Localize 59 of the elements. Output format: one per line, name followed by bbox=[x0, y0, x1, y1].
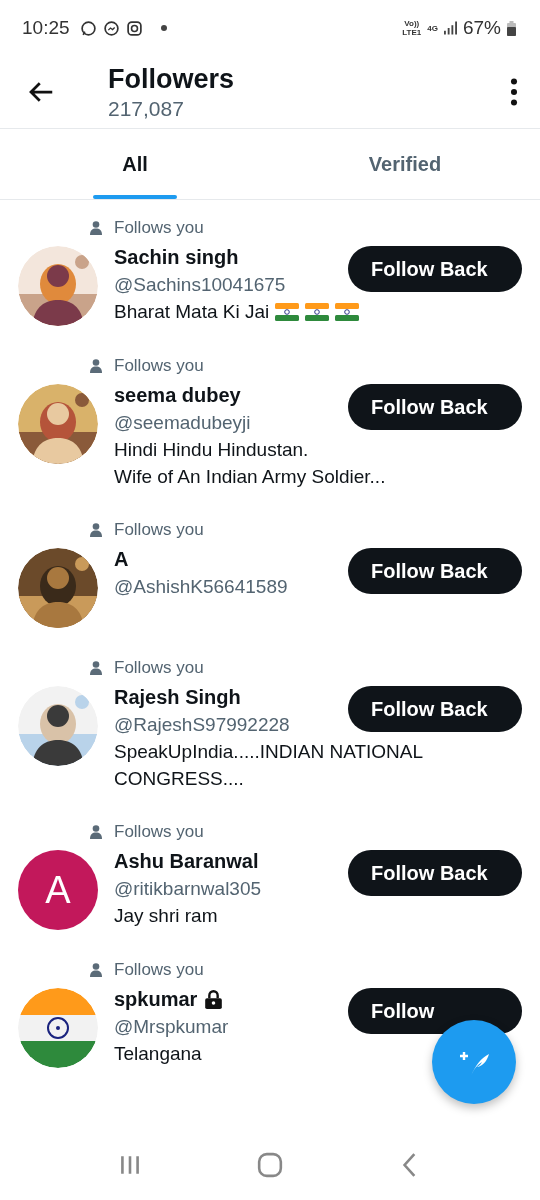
user-bio: SpeakUpIndia.....INDIAN NATIONAL bbox=[114, 740, 424, 764]
battery-icon bbox=[507, 20, 516, 36]
user-bio: Jay shri ram bbox=[114, 904, 218, 928]
signal-icon bbox=[443, 21, 457, 35]
person-icon bbox=[90, 661, 102, 675]
network-label: Vo)) LTE1 bbox=[402, 19, 422, 37]
page-title: Followers bbox=[108, 63, 236, 95]
messenger-icon bbox=[102, 19, 120, 37]
follow-back-button[interactable]: Follow Back bbox=[348, 850, 522, 896]
person-icon bbox=[90, 523, 102, 537]
battery-level: 67% bbox=[462, 17, 501, 39]
user-name[interactable]: spkumar bbox=[114, 987, 198, 1011]
follows-you-label: Follows you bbox=[114, 218, 204, 238]
user-bio: Hindi Hindu Hindustan. bbox=[114, 438, 309, 462]
follows-you-label: Follows you bbox=[114, 960, 204, 980]
user-name[interactable]: Sachin singh bbox=[114, 245, 239, 269]
follow-back-button[interactable]: Follow bbox=[348, 988, 522, 1034]
follows-you-label: Follows you bbox=[114, 520, 204, 540]
status-time: 10:25 bbox=[22, 17, 70, 39]
user-name[interactable]: Ashu Baranwal bbox=[114, 849, 259, 873]
person-icon bbox=[90, 963, 102, 977]
tab[interactable]: Verified bbox=[358, 146, 452, 182]
user-handle: @AshishK56641589 bbox=[114, 575, 289, 599]
user-name[interactable]: A bbox=[114, 547, 129, 571]
user-handle: @Sachins10041675 bbox=[114, 273, 287, 297]
user-handle: @RajeshS97992228 bbox=[114, 713, 291, 737]
flag-icon bbox=[335, 302, 360, 321]
person-icon bbox=[90, 359, 102, 373]
tab[interactable]: All bbox=[112, 146, 158, 182]
follow-back-button[interactable]: Follow Back bbox=[348, 246, 522, 292]
follows-you-label: Follows you bbox=[114, 356, 204, 376]
notification-dot-icon bbox=[160, 25, 167, 31]
data-label: 4G bbox=[427, 23, 438, 33]
user-name[interactable]: seema dubey bbox=[114, 383, 241, 407]
follower-count: 217,087 bbox=[108, 96, 185, 121]
camera-icon bbox=[125, 19, 143, 37]
user-handle: @ritikbarnwal305 bbox=[114, 877, 263, 901]
compose-button[interactable] bbox=[432, 1020, 516, 1104]
follows-you-label: Follows you bbox=[114, 658, 204, 678]
follow-back-button[interactable]: Follow Back bbox=[348, 384, 522, 430]
home-icon[interactable] bbox=[257, 1152, 283, 1178]
user-bio: Wife of An Indian Army Soldier... bbox=[114, 465, 386, 489]
person-icon bbox=[90, 825, 102, 839]
user-handle: @seemadubeyji bbox=[114, 411, 252, 435]
flag-avatar[interactable] bbox=[18, 988, 98, 1068]
person-icon bbox=[90, 221, 102, 235]
user-bio: CONGRESS.... bbox=[114, 767, 244, 791]
more-icon[interactable] bbox=[510, 78, 518, 106]
follows-you-label: Follows you bbox=[114, 822, 204, 842]
user-name[interactable]: Rajesh Singh bbox=[114, 685, 241, 709]
chat-icon bbox=[79, 19, 97, 37]
letter-avatar[interactable]: A bbox=[18, 850, 98, 930]
user-bio: Telangana bbox=[114, 1042, 202, 1066]
flag-icon bbox=[275, 302, 300, 321]
user-handle: @Mrspkumar bbox=[114, 1015, 230, 1039]
user-bio: Bharat Mata Ki Jai bbox=[114, 300, 270, 324]
follow-back-button[interactable]: Follow Back bbox=[348, 686, 522, 732]
follow-back-button[interactable]: Follow Back bbox=[348, 548, 522, 594]
flag-icon bbox=[305, 302, 330, 321]
